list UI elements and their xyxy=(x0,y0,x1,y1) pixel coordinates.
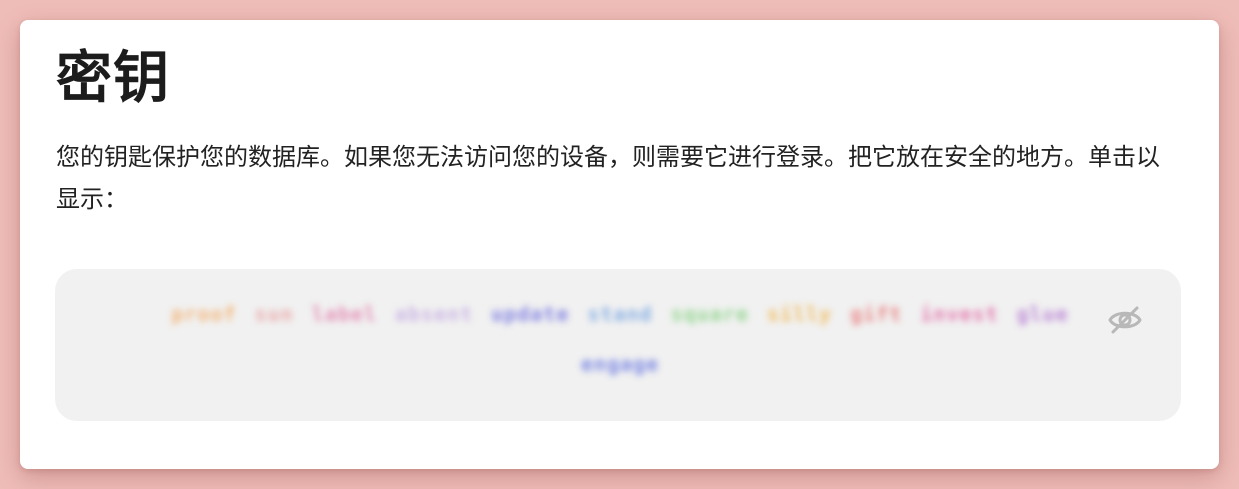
recovery-key-word[interactable]: update xyxy=(491,301,569,327)
page-title: 密钥 xyxy=(56,46,170,111)
recovery-key-word[interactable]: engage xyxy=(581,351,659,377)
recovery-key-word[interactable]: silly xyxy=(767,301,832,327)
recovery-key-box[interactable]: proof sun label absent update stand square sill… xyxy=(55,269,1181,421)
key-card: 密钥 您的钥匙保护您的数据库。如果您无法访问您的设备，则需要它进行登录。把它放在… xyxy=(20,20,1219,469)
eye-slash-icon-graphic xyxy=(1108,306,1142,334)
recovery-key-word[interactable]: proof xyxy=(171,301,236,327)
recovery-key-word[interactable]: glue xyxy=(1017,301,1069,327)
recovery-key-word[interactable]: label xyxy=(312,301,377,327)
recovery-key-word[interactable]: gift xyxy=(850,301,902,327)
recovery-key-word[interactable]: sun xyxy=(255,301,294,327)
recovery-key-word[interactable]: stand xyxy=(587,301,652,327)
eye-slash-icon[interactable] xyxy=(1107,305,1143,335)
key-description: 您的钥匙保护您的数据库。如果您无法访问您的设备，则需要它进行登录。把它放在安全的… xyxy=(56,143,1160,213)
recovery-key-word[interactable]: absent xyxy=(395,301,473,327)
recovery-key-word[interactable]: invest xyxy=(920,301,998,327)
recovery-key-words[interactable]: proof sun label absent update stand square sill… xyxy=(155,301,1085,377)
recovery-key-word[interactable]: square xyxy=(671,301,749,327)
